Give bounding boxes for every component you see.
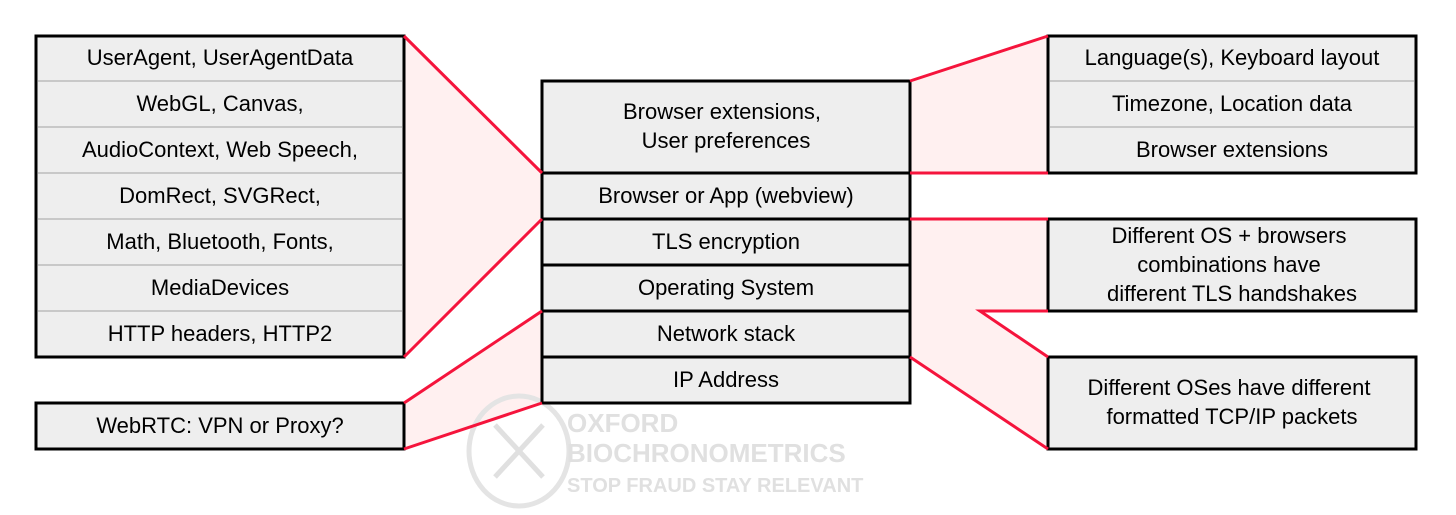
left-item: WebGL, Canvas, xyxy=(136,91,303,116)
left-item: MediaDevices xyxy=(151,275,289,300)
right-item: Language(s), Keyboard layout xyxy=(1085,45,1380,70)
left-feature-list: UserAgent, UserAgentData WebGL, Canvas, … xyxy=(34,34,406,359)
left-item: AudioContext, Web Speech, xyxy=(82,137,358,162)
watermark-line2: BIOCHRONOMETRICS xyxy=(567,438,846,468)
connector-fill-right-top xyxy=(910,36,1048,173)
webrtc-box: WebRTC: VPN or Proxy? xyxy=(34,401,406,451)
tcpip-note: Different OSes have different formatted … xyxy=(1046,355,1418,451)
stack-layer-ip: IP Address xyxy=(673,367,779,392)
right-top-list: Language(s), Keyboard layout Timezone, L… xyxy=(1046,34,1418,175)
stack-layer-network: Network stack xyxy=(657,321,796,346)
right-item: Timezone, Location data xyxy=(1112,91,1353,116)
right-item: Browser extensions xyxy=(1136,137,1328,162)
left-item: HTTP headers, HTTP2 xyxy=(108,321,333,346)
watermark-line1: OXFORD xyxy=(567,408,678,438)
browser-fingerprint-diagram: OXFORD BIOCHRONOMETRICS STOP FRAUD STAY … xyxy=(34,34,1418,509)
connector-fill-left-top xyxy=(404,36,542,357)
connector-fill-right-bottom xyxy=(910,219,1048,449)
stack-layer-extensions: Browser extensions, xyxy=(623,99,821,124)
tcpip-note-line: formatted TCP/IP packets xyxy=(1106,404,1357,429)
tls-handshake-note: Different OS + browsers combinations hav… xyxy=(1046,217,1418,313)
webrtc-label: WebRTC: VPN or Proxy? xyxy=(96,413,343,438)
tcpip-note-line: Different OSes have different xyxy=(1088,375,1371,400)
stack-layer-os: Operating System xyxy=(638,275,814,300)
left-item: Math, Bluetooth, Fonts, xyxy=(106,229,333,254)
tls-note-line: different TLS handshakes xyxy=(1107,281,1357,306)
stack-layer-tls: TLS encryption xyxy=(652,229,800,254)
stack-layer-browser: Browser or App (webview) xyxy=(598,183,854,208)
center-stack: Browser extensions, User preferences Bro… xyxy=(540,79,912,405)
watermark-logo: OXFORD BIOCHRONOMETRICS STOP FRAUD STAY … xyxy=(466,393,863,509)
left-item: DomRect, SVGRect, xyxy=(119,183,321,208)
tls-note-line: Different OS + browsers xyxy=(1112,223,1347,248)
stack-layer-preferences: User preferences xyxy=(642,128,811,153)
watermark-line3: STOP FRAUD STAY RELEVANT xyxy=(567,475,863,497)
tls-note-line: combinations have xyxy=(1137,252,1320,277)
left-item: UserAgent, UserAgentData xyxy=(87,45,354,70)
